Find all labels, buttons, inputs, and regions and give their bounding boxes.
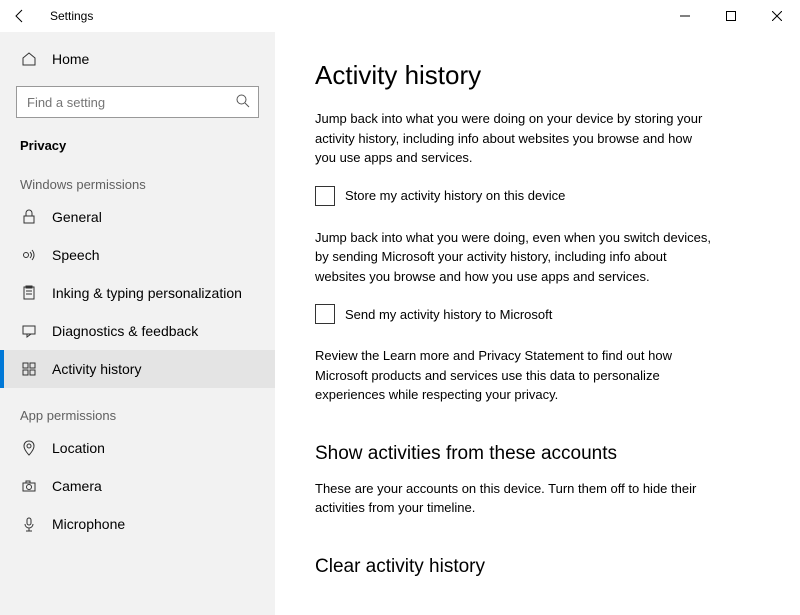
accounts-subheading: Show activities from these accounts bbox=[315, 443, 760, 465]
feedback-icon bbox=[20, 322, 38, 340]
speech-icon bbox=[20, 246, 38, 264]
microphone-icon bbox=[20, 515, 38, 533]
app-title: Settings bbox=[50, 9, 93, 23]
minimize-button[interactable] bbox=[662, 0, 708, 32]
close-button[interactable] bbox=[754, 0, 800, 32]
sidebar-item-camera[interactable]: Camera bbox=[0, 467, 275, 505]
section-app-permissions: App permissions bbox=[0, 388, 275, 429]
sidebar-item-diagnostics[interactable]: Diagnostics & feedback bbox=[0, 312, 275, 350]
description-text: Jump back into what you were doing on yo… bbox=[315, 109, 715, 168]
send-microsoft-checkbox[interactable]: Send my activity history to Microsoft bbox=[315, 304, 760, 324]
description-text: Jump back into what you were doing, even… bbox=[315, 228, 715, 287]
store-activity-checkbox[interactable]: Store my activity history on this device bbox=[315, 186, 760, 206]
home-nav[interactable]: Home bbox=[0, 42, 275, 76]
maximize-button[interactable] bbox=[708, 0, 754, 32]
sidebar-item-label: Activity history bbox=[52, 361, 141, 377]
search-icon bbox=[235, 93, 251, 109]
home-label: Home bbox=[52, 51, 89, 67]
description-text: Review the Learn more and Privacy Statem… bbox=[315, 346, 715, 405]
back-button[interactable] bbox=[10, 6, 30, 26]
sidebar-item-label: Inking & typing personalization bbox=[52, 285, 242, 301]
checkbox-box bbox=[315, 304, 335, 324]
sidebar-item-label: General bbox=[52, 209, 102, 225]
sidebar-item-label: Camera bbox=[52, 478, 102, 494]
section-windows-permissions: Windows permissions bbox=[0, 157, 275, 198]
sidebar-item-label: Speech bbox=[52, 247, 99, 263]
home-icon bbox=[20, 50, 38, 68]
sidebar-item-activity-history[interactable]: Activity history bbox=[0, 350, 275, 388]
camera-icon bbox=[20, 477, 38, 495]
clear-subheading: Clear activity history bbox=[315, 556, 760, 578]
clipboard-icon bbox=[20, 284, 38, 302]
sidebar-item-inking[interactable]: Inking & typing personalization bbox=[0, 274, 275, 312]
category-label: Privacy bbox=[0, 128, 275, 157]
main-panel: Activity history Jump back into what you… bbox=[275, 32, 800, 615]
sidebar-item-location[interactable]: Location bbox=[0, 429, 275, 467]
sidebar-item-label: Diagnostics & feedback bbox=[52, 323, 198, 339]
checkbox-label: Store my activity history on this device bbox=[345, 188, 565, 203]
titlebar: Settings bbox=[0, 0, 800, 32]
sidebar-item-label: Microphone bbox=[52, 516, 125, 532]
lock-icon bbox=[20, 208, 38, 226]
checkbox-label: Send my activity history to Microsoft bbox=[345, 307, 552, 322]
description-text: These are your accounts on this device. … bbox=[315, 479, 715, 518]
page-title: Activity history bbox=[315, 60, 760, 91]
sidebar-item-speech[interactable]: Speech bbox=[0, 236, 275, 274]
sidebar-item-label: Location bbox=[52, 440, 105, 456]
sidebar-item-general[interactable]: General bbox=[0, 198, 275, 236]
sidebar-item-microphone[interactable]: Microphone bbox=[0, 505, 275, 543]
sidebar: Home Privacy Windows permissions General bbox=[0, 32, 275, 615]
location-icon bbox=[20, 439, 38, 457]
search-input[interactable] bbox=[16, 86, 259, 118]
checkbox-box bbox=[315, 186, 335, 206]
history-icon bbox=[20, 360, 38, 378]
